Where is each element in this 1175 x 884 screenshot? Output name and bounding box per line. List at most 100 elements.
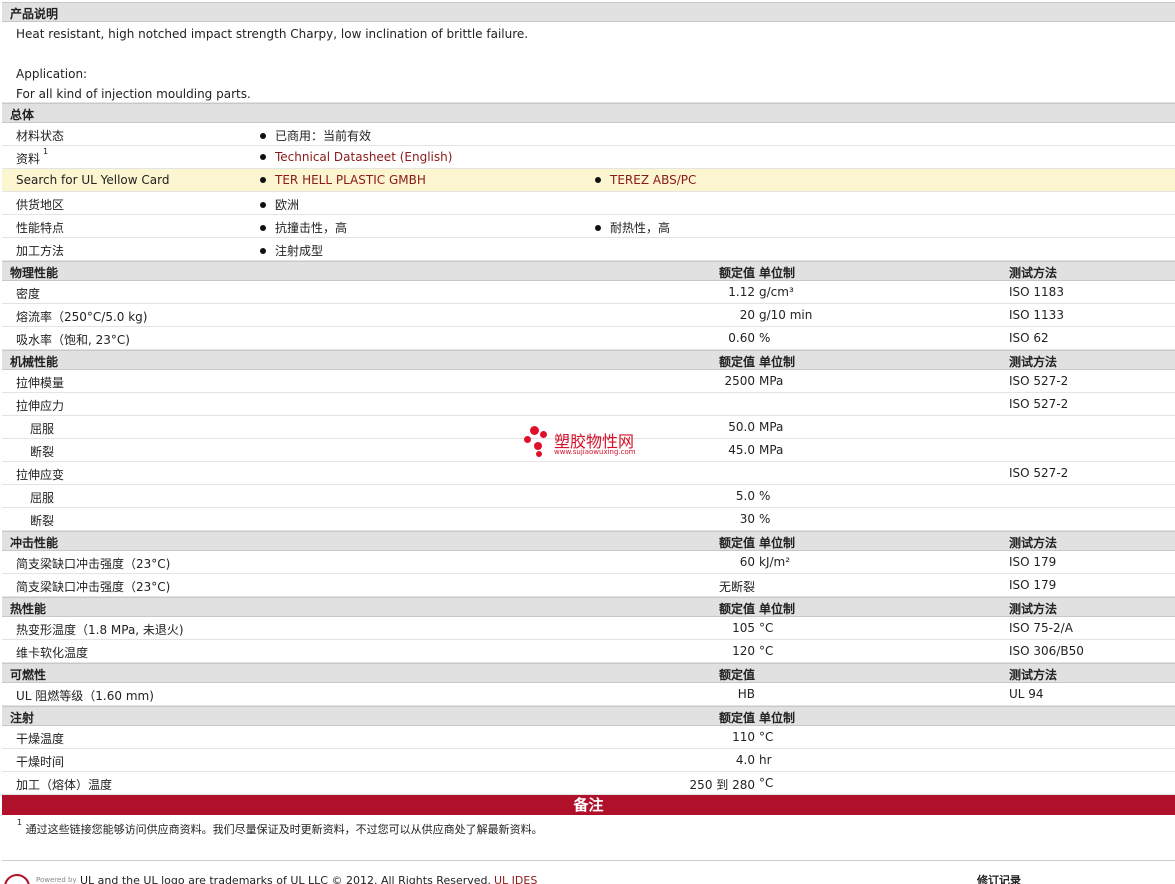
mechanical-row: 拉伸应变 ISO 527-2 (2, 462, 1175, 485)
test-method: ISO 527-2 (1009, 466, 1069, 480)
unit-value: % (759, 489, 771, 503)
general-row-ul-search: Search for UL Yellow Card TER HELL PLAST… (2, 169, 1175, 192)
nominal-value: 120 (732, 644, 755, 658)
site-watermark: 塑胶物性网 www.sujiaowuxing.com (522, 424, 662, 460)
injection-row: 干燥温度 110 °C (2, 726, 1175, 749)
ul-supplier-link[interactable]: TER HELL PLASTIC GMBH (275, 173, 426, 187)
unit-value: g/cm³ (759, 285, 794, 299)
section-flammability-header: 可燃性 额定值 测试方法 (2, 663, 1175, 683)
bullet-icon (595, 176, 601, 183)
bullet-icon (595, 224, 601, 231)
method-header: 测试方法 (1009, 355, 1058, 369)
method-header: 测试方法 (1009, 668, 1058, 682)
test-method: ISO 1133 (1009, 308, 1064, 322)
property-label: 屈服 (30, 422, 55, 436)
watermark-url: www.sujiaowuxing.com (554, 448, 636, 456)
powered-by-text: Powered by (36, 876, 77, 884)
watermark-dot-icon (530, 426, 539, 435)
footnote-ref: 1 (43, 147, 49, 156)
unit-value: MPa (759, 443, 784, 457)
nominal-value: 250 到 280 (689, 778, 755, 792)
thermal-row: 维卡软化温度 120 °C ISO 306/B50 (2, 640, 1175, 663)
unit-value: °C (759, 644, 774, 658)
nominal-header: 额定值 (718, 602, 755, 616)
description-line: For all kind of injection moulding parts… (16, 87, 251, 101)
unit-header: 单位制 (759, 355, 796, 369)
section-title: 注射 (10, 711, 35, 725)
general-row-docs: 资料1 Technical Datasheet (English) (2, 146, 1175, 169)
nominal-value: 2500 (724, 374, 755, 388)
row-label: Search for UL Yellow Card (16, 173, 170, 187)
nominal-value: 45.0 (728, 443, 755, 457)
property-label: 拉伸应力 (16, 399, 65, 413)
nominal-value: 0.60 (728, 331, 755, 345)
watermark-dot-icon (540, 431, 547, 438)
status-value: 已商用：当前有效 (275, 129, 372, 143)
nominal-value: 5.0 (735, 489, 755, 503)
property-label: 屈服 (30, 491, 55, 505)
property-label: 密度 (16, 287, 41, 301)
section-thermal-header: 热性能 额定值 单位制 测试方法 (2, 597, 1175, 617)
section-title: 机械性能 (10, 355, 59, 369)
ul-ides-link[interactable]: UL IDES (494, 874, 537, 884)
impact-row: 简支梁缺口冲击强度（23°C) 60 kJ/m² ISO 179 (2, 551, 1175, 574)
physical-rows: 密度 1.12 g/cm³ ISO 1183 熔流率（250°C/5.0 kg) 20 g/… (2, 281, 1175, 350)
bullet-icon (260, 247, 266, 254)
section-general-header: 总体 (2, 103, 1175, 123)
property-label: 熔流率（250°C/5.0 kg) (16, 310, 148, 324)
row-label: 供货地区 (16, 198, 65, 212)
unit-value: MPa (759, 420, 784, 434)
feature-value: 抗撞击性，高 (275, 221, 348, 235)
impact-row: 简支梁缺口冲击强度（23°C) 无断裂 ISO 179 (2, 574, 1175, 597)
nominal-value: 110 (732, 730, 755, 744)
flammability-row: UL 阻燃等级（1.60 mm) HB UL 94 (2, 683, 1175, 706)
section-injection-header: 注射 额定值 单位制 (2, 706, 1175, 726)
unit-value: kJ/m² (759, 555, 791, 569)
physical-row: 熔流率（250°C/5.0 kg) 20 g/10 min ISO 1133 (2, 304, 1175, 327)
bullet-icon (260, 132, 266, 139)
nominal-value: 60 (739, 555, 755, 569)
property-label: UL 阻燃等级（1.60 mm) (16, 689, 154, 703)
method-header: 测试方法 (1009, 266, 1058, 280)
technical-datasheet-link[interactable]: Technical Datasheet (English) (275, 150, 452, 164)
test-method: ISO 306/B50 (1009, 644, 1084, 658)
nominal-value: HB (737, 687, 755, 701)
nominal-value: 20 (739, 308, 755, 322)
section-title: 产品说明 (10, 7, 59, 21)
test-method: ISO 1183 (1009, 285, 1064, 299)
injection-row: 加工（熔体）温度 250 到 280 °C (2, 772, 1175, 795)
row-label: 资料 (16, 152, 41, 166)
test-method: ISO 179 (1009, 578, 1057, 592)
watermark-dot-icon (524, 436, 531, 443)
property-label: 干燥时间 (16, 755, 65, 769)
unit-header: 单位制 (759, 711, 796, 725)
unit-value: % (759, 331, 771, 345)
revision-history-link[interactable]: 修订记录 (977, 872, 1021, 884)
bullet-icon (260, 153, 266, 160)
bullet-icon (260, 224, 266, 231)
unit-value: MPa (759, 374, 784, 388)
method-header: 测试方法 (1009, 602, 1058, 616)
nominal-value: 50.0 (728, 420, 755, 434)
description-line: Application: (16, 67, 88, 81)
general-row-features: 性能特点 抗撞击性，高 耐热性，高 (2, 215, 1175, 238)
row-label: 加工方法 (16, 244, 65, 258)
section-physical-header: 物理性能 额定值 单位制 测试方法 (2, 261, 1175, 281)
property-label: 维卡软化温度 (16, 646, 89, 660)
footnote-block: 1 通过这些链接您能够访问供应商资料。我们尽量保证及时更新资料，不过您可以从供应… (2, 815, 1175, 861)
injection-row: 干燥时间 4.0 hr (2, 749, 1175, 772)
ul-product-link[interactable]: TEREZ ABS/PC (610, 173, 696, 187)
region-value: 欧洲 (275, 198, 300, 212)
nominal-header: 额定值 (718, 266, 755, 280)
flammability-rows: UL 阻燃等级（1.60 mm) HB UL 94 (2, 683, 1175, 706)
watermark-dot-icon (536, 451, 542, 457)
test-method: ISO 75-2/A (1009, 621, 1073, 635)
section-title: 冲击性能 (10, 536, 59, 550)
section-mechanical-header: 机械性能 额定值 单位制 测试方法 (2, 350, 1175, 370)
mechanical-row: 拉伸模量 2500 MPa ISO 527-2 (2, 370, 1175, 393)
nominal-value: 105 (732, 621, 755, 635)
unit-value: °C (759, 730, 774, 744)
footnote-number: 1 (17, 818, 23, 827)
section-title: 总体 (10, 108, 35, 122)
description-line: Heat resistant, high notched impact stre… (16, 27, 529, 41)
